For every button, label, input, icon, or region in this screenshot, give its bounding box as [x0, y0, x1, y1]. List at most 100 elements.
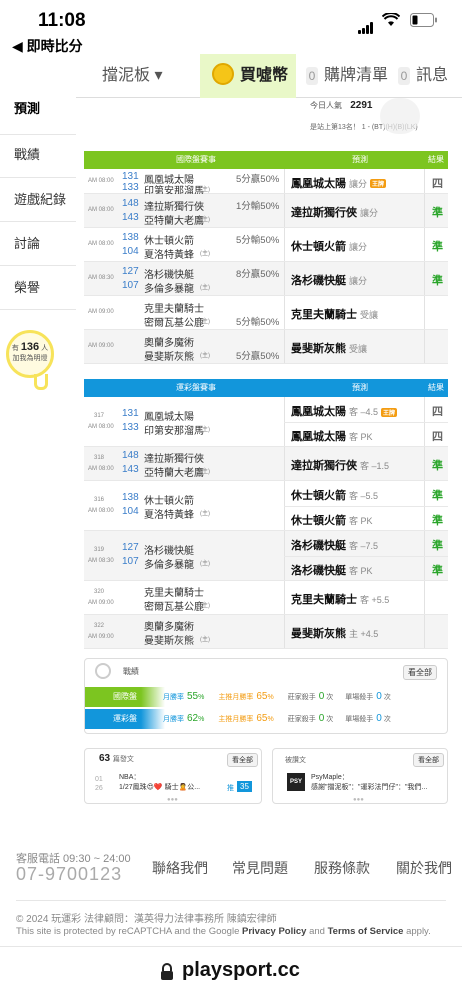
- intl-table: 國際盤賽事 預測 結果 AM 08:00 131 鳳凰城太陽 133 印第安那溜馬 (主)…: [84, 151, 448, 364]
- sidebar-item-record[interactable]: 戰績: [0, 134, 76, 178]
- footer-link-faq[interactable]: 常見問題: [232, 858, 288, 878]
- post-item[interactable]: NBA： 1/27鳳珠😍❤️ 騎士🙎公...: [119, 773, 219, 793]
- divider: [284, 194, 285, 227]
- match-time: AM 09:00: [88, 634, 114, 640]
- pick-line: 客 PK: [349, 566, 373, 576]
- mentions-title: 被讚文: [285, 757, 306, 764]
- pick-team: 達拉斯獨行俠: [291, 460, 357, 472]
- sidebar-item-game-log[interactable]: 遊戲紀錄: [0, 178, 76, 222]
- cart-count: 0: [306, 66, 318, 85]
- buy-coin-button[interactable]: 買噓幣: [200, 54, 296, 98]
- handicap-line: 5分輸50%: [236, 317, 280, 328]
- match-time: AM 09:00: [88, 343, 114, 349]
- cart-link[interactable]: 0 購牌清單: [306, 54, 388, 98]
- pick-divider: [284, 506, 448, 507]
- divider: [424, 615, 425, 648]
- pick-team: 洛杉磯快艇: [291, 565, 346, 577]
- pick-team: 休士頓火箭: [291, 515, 346, 527]
- pick-team: 休士頓火箭: [291, 490, 346, 502]
- post-push-count: 35: [237, 781, 252, 792]
- team-number: 148: [122, 198, 139, 209]
- home-tag: (主): [200, 603, 210, 609]
- sidebar-item-discussion[interactable]: 討論: [0, 222, 76, 266]
- result-mark: 四: [432, 177, 443, 190]
- post-push-label: 推: [227, 785, 234, 792]
- divider: [284, 330, 285, 363]
- post-line: 1/27鳳珠😍❤️ 騎士🙎公...: [119, 784, 201, 791]
- result-mark: 準: [432, 460, 443, 472]
- pick-type: 受讓: [360, 310, 379, 320]
- team-number: 133: [122, 182, 139, 193]
- game-id: 316: [94, 497, 105, 503]
- apply-text: apply.: [406, 926, 431, 937]
- pick-team: 鳳凰城太陽: [291, 177, 346, 190]
- record-stats: 月勝率 55% 主推月勝率 65% 莊家殺手 0 次單場殺手 0 次: [163, 691, 391, 702]
- mention-item[interactable]: PsyMaple： 感謝"擋泥板"："運彩法門仔"："我們...: [311, 773, 443, 793]
- home-killer-value: 0: [318, 713, 325, 724]
- record-stats: 月勝率 62% 主推月勝率 65% 莊家殺手 0 次單場殺手 0 次: [163, 713, 391, 724]
- phone-number[interactable]: 07-9700123: [16, 864, 122, 885]
- main-value: 65: [256, 713, 268, 724]
- record-label: 國際盤: [85, 687, 165, 707]
- footer-link-contact[interactable]: 聯絡我們: [152, 858, 208, 878]
- psy-avatar: PSY: [287, 773, 305, 791]
- percent: %: [198, 694, 205, 701]
- pick-line: 客 –1.5: [360, 461, 390, 471]
- coin-icon: [212, 63, 234, 86]
- target-icon: [95, 663, 111, 679]
- pick-line: 客 –7.5: [349, 541, 379, 551]
- prediction-pick: 休士頓火箭 讓分: [291, 238, 367, 254]
- game-id: 320: [94, 589, 105, 595]
- message-link[interactable]: 0 訊息: [398, 54, 448, 98]
- board-dropdown[interactable]: 擋泥板 ▾: [102, 54, 162, 98]
- mentions-view-all-button[interactable]: 看全部: [413, 753, 444, 767]
- prediction-pick: 鳳凰城太陽 讓分 王牌: [291, 175, 387, 191]
- pick-team: 鳳凰城太陽: [291, 431, 346, 443]
- main-value: 65: [256, 691, 268, 702]
- divider: [424, 296, 425, 329]
- recaptcha-text: This site is protected by reCAPTCHA and …: [16, 926, 240, 937]
- pick-type: 受讓: [349, 344, 368, 354]
- pick-team: 曼斐斯灰熊: [291, 628, 346, 640]
- footer-link-about[interactable]: 關於我們: [396, 858, 452, 878]
- lottery-table-header: 運彩盤賽事 預測 結果: [84, 379, 448, 397]
- team-name: 多倫多暴龍: [144, 284, 194, 295]
- divider: [284, 581, 285, 614]
- table-row: AM 09:00 奧蘭多魔術 曼斐斯灰熊 (主) 5分贏50% 曼斐斯灰熊 受讓: [84, 330, 448, 364]
- signal-icon: [358, 16, 374, 34]
- match-time: AM 08:00: [88, 177, 114, 184]
- sidebar-item-prediction[interactable]: 預測: [0, 96, 76, 132]
- post-date-month: 01: [95, 776, 103, 783]
- home-tag: (主): [200, 637, 210, 643]
- handicap-line: 5分贏50%: [236, 351, 280, 362]
- team-name: 夏洛特黃蜂: [144, 250, 194, 261]
- pick-team: 休士頓火箭: [291, 241, 346, 253]
- sidebar-item-label: 討論: [14, 236, 41, 251]
- posts-pager-dots[interactable]: ●●●: [167, 797, 178, 803]
- pick-team: 克里夫蘭騎士: [291, 594, 357, 606]
- team-number: 138: [122, 492, 139, 503]
- sidebar-item-honor[interactable]: 榮譽: [0, 266, 76, 310]
- bulb-follow-button[interactable]: 有 136 人 加我為明燈: [6, 330, 54, 378]
- browser-url-bar[interactable]: playsport.cc: [0, 946, 462, 1000]
- table-row: 322 AM 09:00 奧蘭多魔術 曼斐斯灰熊 (主) 曼斐斯灰熊主 +4.5: [84, 615, 448, 649]
- posts-view-all-button[interactable]: 看全部: [227, 753, 258, 767]
- home-tag: (主): [200, 469, 210, 475]
- divider: [284, 296, 285, 329]
- record-view-all-button[interactable]: 看全部: [403, 665, 437, 680]
- mentions-pager-dots[interactable]: ●●●: [353, 797, 364, 803]
- prediction-pick: 達拉斯獨行俠客 –1.5: [291, 457, 389, 473]
- footer-link-terms[interactable]: 服務條款: [314, 858, 370, 878]
- terms-link[interactable]: Terms of Service: [328, 926, 404, 937]
- team-number: 104: [122, 246, 139, 257]
- lottery-table: 運彩盤賽事 預測 結果 317 AM 08:00 131 鳳凰城太陽 133 印第安那溜馬…: [84, 379, 448, 649]
- team-number: 107: [122, 280, 139, 291]
- privacy-link[interactable]: Privacy Policy: [242, 926, 306, 937]
- prediction-pick: 洛杉磯快艇客 PK: [291, 562, 373, 578]
- result-mark: 準: [432, 207, 443, 219]
- back-link[interactable]: ◀ 即時比分: [12, 36, 83, 56]
- team-name: 多倫多暴龍: [144, 560, 194, 571]
- result-mark: 準: [432, 540, 443, 552]
- record-panel: 戰績 看全部 國際盤 月勝率 55% 主推月勝率 65% 莊家殺手 0 次單場殺手 0 次運彩盤月…: [84, 658, 448, 734]
- home-killer-unit: 次: [326, 694, 334, 701]
